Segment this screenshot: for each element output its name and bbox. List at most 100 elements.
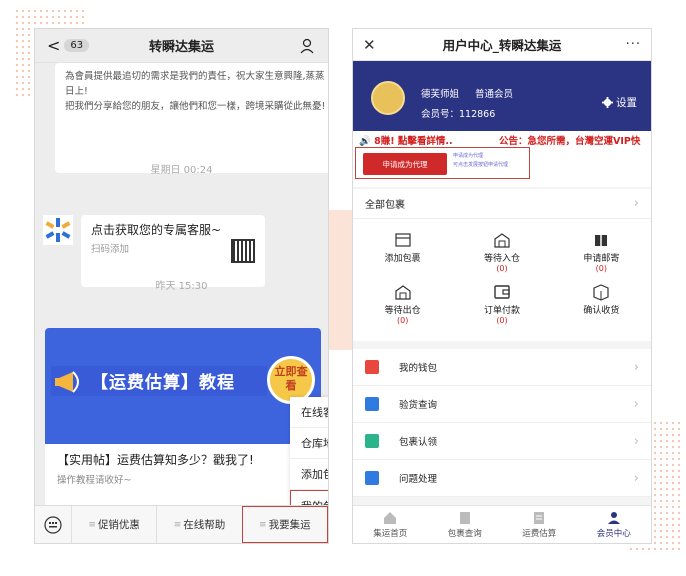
submenu-item-online-service[interactable]: 在线客服	[290, 397, 328, 428]
article-title: 【实用帖】运费估算知多少？戳我了!	[57, 453, 254, 467]
list-item-package-claim[interactable]: 包裹认领 ›	[353, 423, 651, 460]
add-package-icon	[395, 233, 411, 247]
tab-label: 包裹查询	[447, 528, 482, 539]
tab-freight-estimate[interactable]: 运费估算	[502, 506, 577, 543]
member-number: 会员号：112866	[421, 109, 496, 120]
grid-item-awaiting-warehouse-in[interactable]: 等待入仓 (0)	[452, 227, 551, 279]
list-label: 我的钱包	[399, 363, 438, 374]
chevron-right-icon: ›	[633, 196, 639, 211]
chevron-right-icon: ›	[633, 433, 639, 449]
inspection-icon	[365, 397, 379, 411]
message-line: 為會員提供最追切的需求是我們的責任，祝大家生意興隆,蒸蒸日上!	[65, 71, 325, 97]
menu-dot-icon: ≡	[88, 519, 96, 530]
article-banner: 【运费估算】教程 立即查看	[45, 328, 321, 444]
back-chevron-icon[interactable]: <	[47, 36, 60, 55]
all-packages-row[interactable]: 全部包裹 ›	[353, 189, 651, 219]
list-item-issue-handling[interactable]: 问题处理 ›	[353, 460, 651, 497]
member-level: 普通会员	[475, 89, 514, 100]
article-subtitle: 操作教程请收好~	[57, 475, 132, 486]
grid-item-request-shipping[interactable]: 申请邮寄 (0)	[552, 227, 651, 279]
gear-icon	[602, 97, 613, 108]
banner-title: 【运费估算】教程	[91, 373, 235, 393]
tab-member-center[interactable]: 会员中心	[577, 506, 652, 543]
warehouse-out-icon	[395, 285, 411, 300]
user-profile-header: 德芙师姐 普通会员 会员号：112866 设置	[353, 61, 651, 131]
grid-label: 订单付款	[483, 306, 520, 316]
menu-dot-icon: ≡	[259, 519, 267, 530]
megaphone-icon	[55, 371, 79, 393]
chat-bottom-menu: ≡ 促销优惠 ≡ 在线帮助 ≡ 我要集运	[35, 505, 328, 543]
grid-count: (0)	[496, 264, 508, 273]
settings-button[interactable]: 设置	[602, 95, 637, 110]
list-label: 包裹认领	[399, 437, 438, 448]
packages-section: 全部包裹 › 添加包裹 等待入仓 (0) 申请邮寄 (0) 等待出仓 (0) 订…	[353, 189, 651, 341]
chevron-right-icon: ›	[633, 396, 639, 412]
grid-count: (0)	[595, 264, 607, 273]
apply-agent-button[interactable]: 申请成为代理	[363, 153, 447, 175]
user-center-screen: ✕ 用户中心_转瞬达集运 ··· 德芙师姐 普通会员 会员号：112866 设置…	[352, 28, 652, 544]
grid-item-awaiting-warehouse-out[interactable]: 等待出仓 (0)	[353, 279, 452, 331]
article-card[interactable]: 【运费估算】教程 立即查看 【实用帖】运费估算知多少？戳我了! 操作教程请收好~	[45, 328, 321, 512]
brand-avatar-icon	[43, 215, 73, 245]
menu-label: 我要集运	[268, 519, 311, 531]
confirm-receipt-icon	[593, 284, 609, 301]
close-icon[interactable]: ✕	[363, 36, 376, 54]
tab-package-search[interactable]: 包裹查询	[428, 506, 503, 543]
tab-label: 运费估算	[522, 528, 557, 539]
page-title: 用户中心_转瞬达集运	[442, 38, 562, 53]
home-icon	[384, 511, 397, 524]
timestamp: 星期日 00:24	[150, 165, 213, 176]
mail-request-icon	[595, 233, 608, 247]
wechat-chat-screen: < 63 转瞬达集运 為會員提供最追切的需求是我們的責任，祝大家生意興隆,蒸蒸日…	[34, 28, 329, 544]
agent-note-line: 申请成为代理	[453, 153, 484, 159]
grid-label: 申请邮寄	[583, 254, 620, 264]
member-center-icon	[607, 511, 620, 524]
chevron-right-icon: ›	[633, 470, 639, 486]
grid-item-confirm-receipt[interactable]: 确认收货	[552, 279, 651, 331]
list-label: 问题处理	[399, 474, 438, 485]
avatar[interactable]	[371, 81, 405, 115]
submenu-item-add-package[interactable]: 添加包裹	[290, 459, 328, 490]
unread-count-badge: 63	[64, 39, 90, 52]
menu-button-online-help[interactable]: ≡ 在线帮助	[156, 506, 241, 543]
package-status-grid: 添加包裹 等待入仓 (0) 申请邮寄 (0) 等待出仓 (0) 订单付款 (0)…	[353, 219, 651, 341]
webview-header: ✕ 用户中心_转瞬达集运 ···	[353, 29, 651, 61]
grid-count: (0)	[396, 316, 409, 325]
tab-home[interactable]: 集运首页	[353, 506, 428, 543]
more-options-icon[interactable]: ···	[626, 37, 641, 52]
grid-item-order-payment[interactable]: 订单付款 (0)	[452, 279, 551, 331]
wallet-icon	[365, 360, 379, 374]
submenu-item-warehouse-address[interactable]: 仓库地址	[290, 428, 328, 459]
keyboard-toggle[interactable]	[35, 515, 71, 534]
user-name: 德芙师姐	[421, 89, 460, 100]
menu-label: 在线帮助	[183, 519, 226, 531]
list-item-inspection-query[interactable]: 验货查询 ›	[353, 386, 651, 423]
tab-label: 集运首页	[373, 528, 408, 539]
warehouse-in-icon	[494, 233, 510, 248]
agent-note: 申请成为代理 可点击发展按钮申请代理	[453, 152, 508, 170]
submenu-popup: 在线客服 仓库地址 添加包裹 我的包裹	[290, 397, 328, 521]
menu-button-ship-consolidation[interactable]: ≡ 我要集运	[241, 506, 328, 543]
package-search-icon	[459, 511, 470, 524]
agent-application-row: 申请成为代理 申请成为代理 可点击发展按钮申请代理	[353, 147, 651, 187]
grid-count: (0)	[496, 316, 508, 325]
list-item-wallet[interactable]: 我的钱包 ›	[353, 349, 651, 386]
marquee-right-text: 公告：急您所需，台灣空運VIP快	[499, 136, 641, 147]
issue-icon	[365, 471, 379, 485]
tab-label: 会员中心	[596, 528, 631, 539]
keyboard-icon	[44, 515, 62, 534]
grid-item-add-package[interactable]: 添加包裹	[353, 227, 452, 279]
bottom-tab-bar: 集运首页 包裹查询 运费估算 会员中心	[353, 505, 651, 543]
grid-label: 等待入仓	[483, 254, 520, 264]
chevron-right-icon: ›	[633, 359, 639, 375]
previous-message-bubble: 為會員提供最追切的需求是我們的責任，祝大家生意興隆,蒸蒸日上! 把我們分享給您的…	[55, 63, 328, 173]
marquee-left-text: 🔊 8賺! 點擊看詳情..	[359, 136, 453, 147]
settings-label: 设置	[616, 97, 637, 109]
payment-icon	[494, 285, 510, 299]
grid-label: 确认收货	[583, 306, 620, 316]
grid-label: 添加包裹	[384, 254, 421, 264]
agent-note-line: 可点击发展按钮申请代理	[453, 162, 509, 168]
menu-button-promotions[interactable]: ≡ 促销优惠	[71, 506, 156, 543]
person-icon[interactable]	[300, 38, 314, 54]
grid-label: 等待出仓	[384, 306, 421, 316]
